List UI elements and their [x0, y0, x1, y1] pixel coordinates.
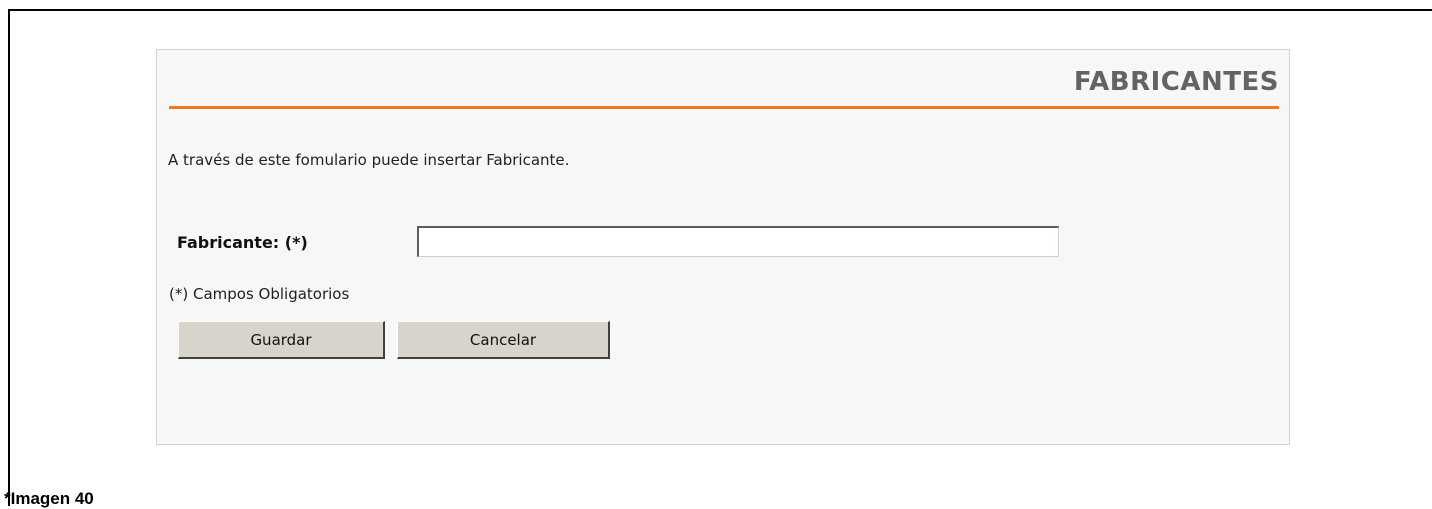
page-title: FABRICANTES	[1073, 67, 1279, 97]
title-divider	[169, 106, 1279, 109]
required-fields-note: (*) Campos Obligatorios	[169, 285, 350, 303]
form-panel: FABRICANTES A través de este fomulario p…	[156, 49, 1290, 445]
fabricante-label: Fabricante: (*)	[177, 233, 308, 252]
image-caption: *Imagen 40	[4, 489, 94, 508]
fabricante-input[interactable]	[417, 226, 1059, 257]
form-intro-text: A través de este fomulario puede inserta…	[168, 151, 570, 169]
cancel-button[interactable]: Cancelar	[397, 321, 610, 359]
save-button[interactable]: Guardar	[178, 321, 385, 359]
